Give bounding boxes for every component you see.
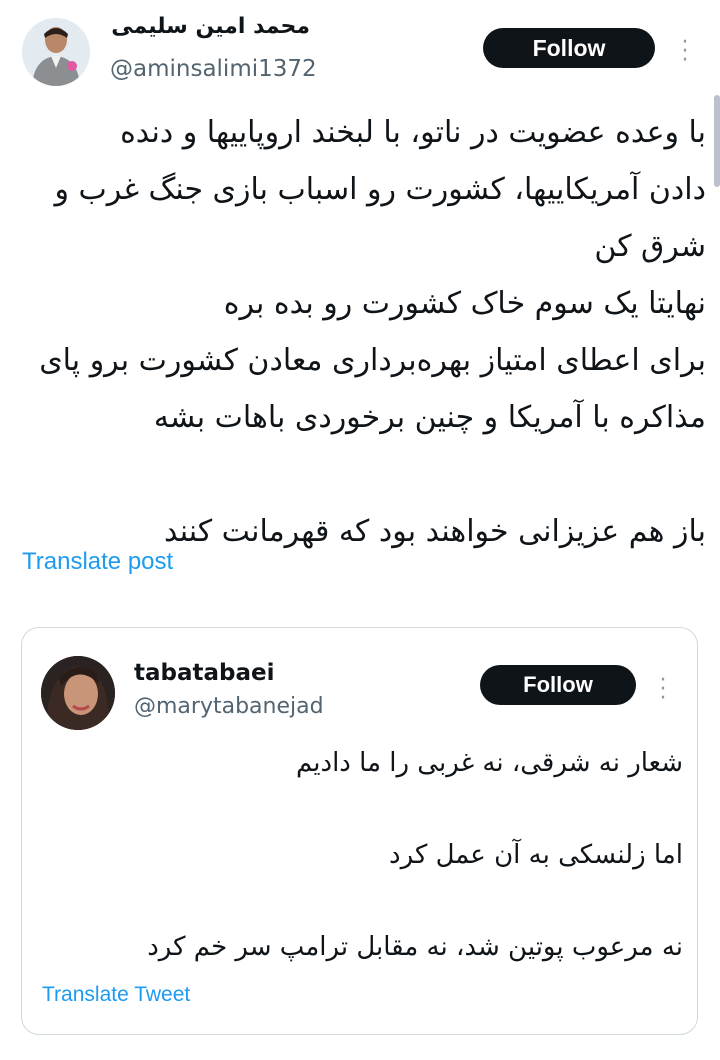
quoted-author-handle[interactable]: @marytabanejad	[134, 694, 324, 719]
quoted-author-avatar[interactable]	[41, 656, 115, 730]
more-vertical-icon[interactable]: · · ·	[680, 32, 690, 72]
post-text: با وعده عضویت در ناتو، با لبخند اروپاییه…	[39, 115, 706, 549]
scrollbar[interactable]	[714, 95, 720, 187]
author-handle[interactable]: @aminsalimi1372	[110, 56, 317, 82]
author-avatar[interactable]	[22, 18, 90, 86]
quoted-follow-button[interactable]: Follow	[480, 665, 636, 705]
quoted-author-name[interactable]: tabatabaei	[134, 660, 274, 686]
quoted-more-vertical-icon[interactable]: · · ·	[658, 670, 668, 710]
translate-post-link[interactable]: Translate post	[22, 548, 173, 576]
quoted-tweet-text: شعار نه شرقی، نه غربی را ما دادیم اما زل…	[147, 748, 683, 962]
follow-button[interactable]: Follow	[483, 28, 655, 68]
author-name[interactable]: محمد امین سلیمی	[110, 14, 310, 39]
translate-tweet-link[interactable]: Translate Tweet	[42, 983, 190, 1007]
